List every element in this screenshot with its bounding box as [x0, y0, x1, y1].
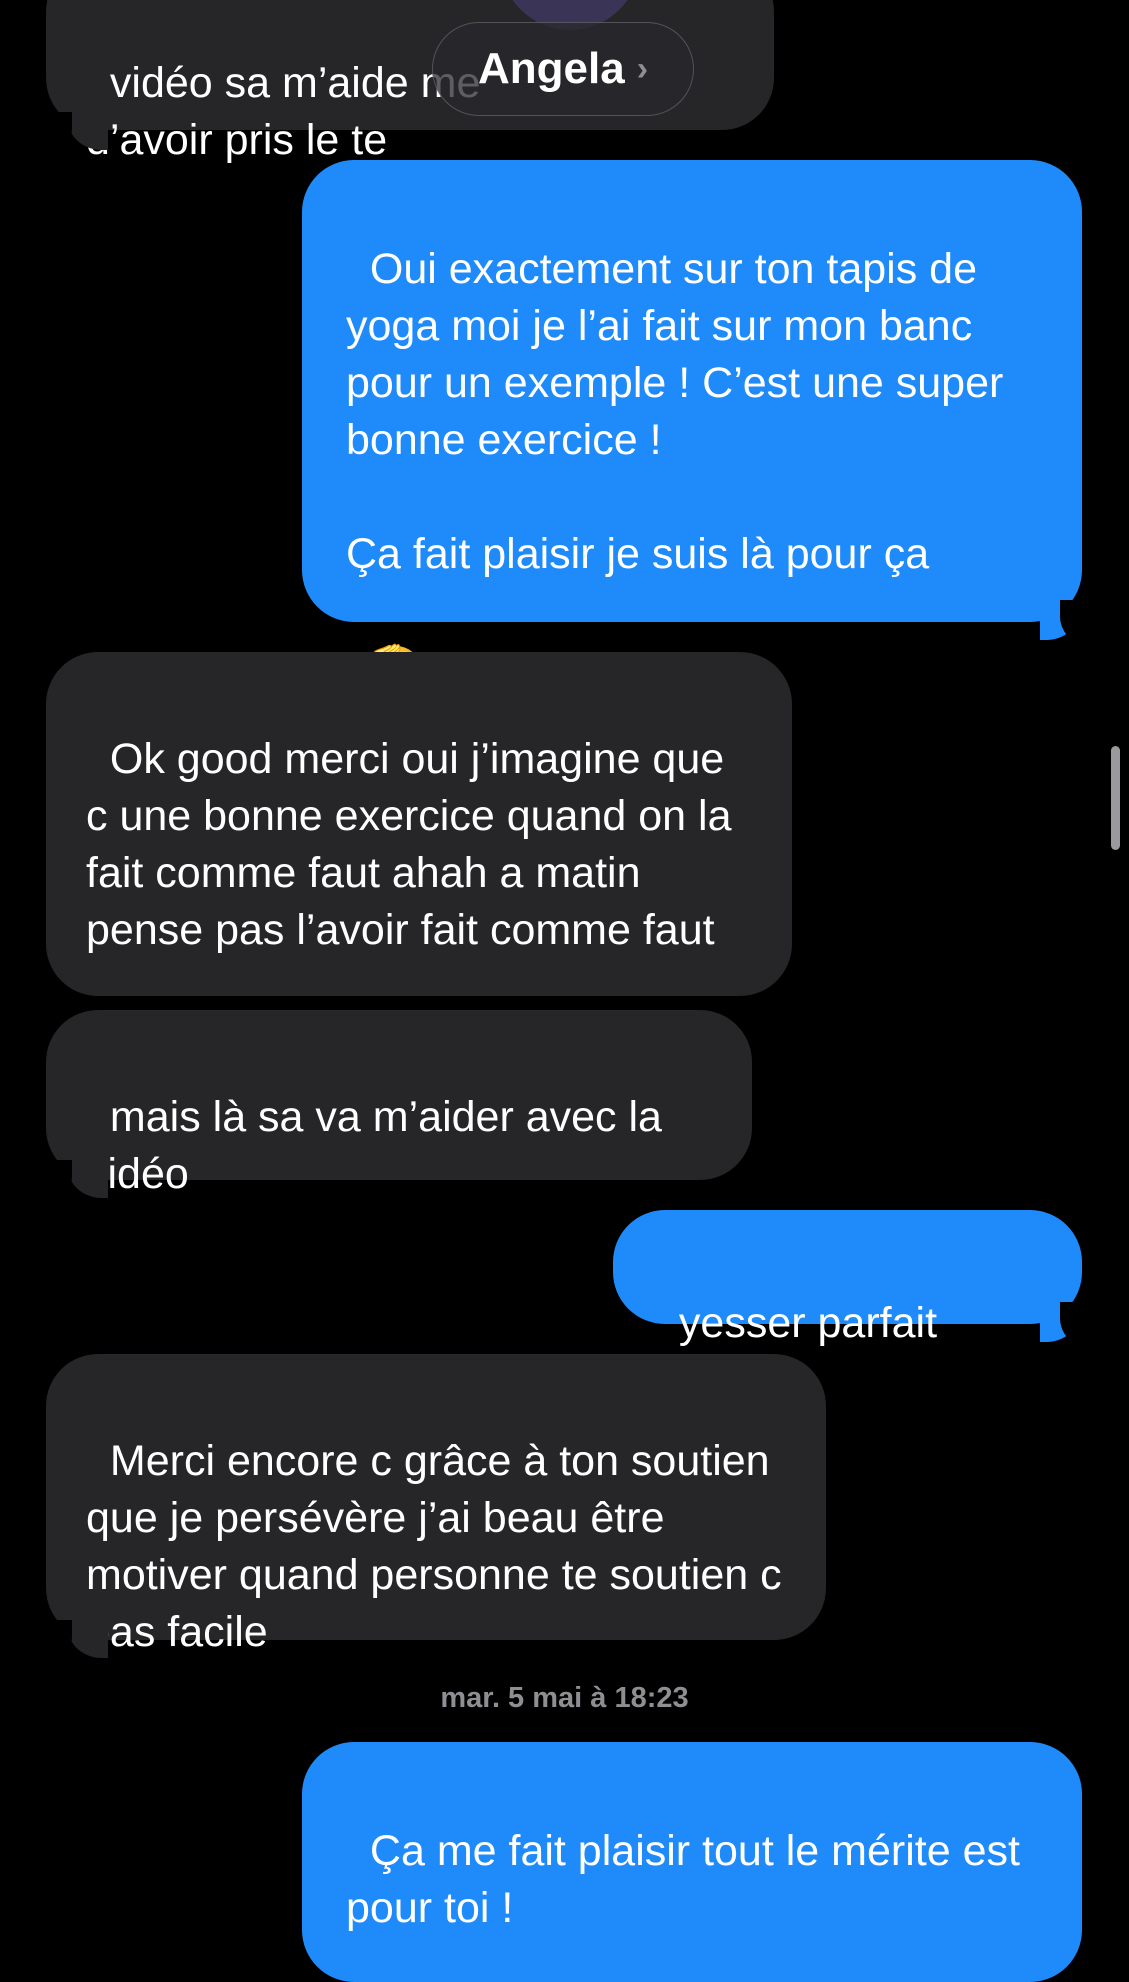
contact-header-button[interactable]: Angela › [432, 22, 694, 116]
bubble-tail-mask [1060, 600, 1086, 644]
bubble-tail-mask [46, 1160, 72, 1204]
bubble-tail-mask [46, 112, 72, 156]
message-sent[interactable]: Ça me fait plaisir tout le mérite est po… [302, 1742, 1082, 1982]
message-text: vidéo sa m’aide me d’avoir pris le te [86, 59, 480, 164]
scroll-indicator[interactable] [1111, 746, 1120, 850]
message-received[interactable]: Merci encore c grâce à ton soutien que j… [46, 1354, 826, 1656]
message-text: yesser parfait [678, 1299, 938, 1347]
contact-name: Angela [477, 44, 625, 93]
message-text: Ok good merci oui j’imagine que c une bo… [86, 735, 744, 954]
bubble-tail [68, 112, 108, 150]
message-text: Ça me fait plaisir tout le mérite est po… [346, 1827, 1032, 1932]
timestamp: mar. 5 mai à 18:23 [440, 1682, 689, 1714]
message-sent[interactable]: Oui exactement sur ton tapis de yoga moi… [302, 160, 1082, 693]
bubble-tail-mask [1060, 1302, 1086, 1346]
message-received[interactable]: mais là sa va m’aider avec la vidéo [46, 1010, 752, 1198]
message-text: Merci encore c grâce à ton soutien que j… [86, 1437, 794, 1656]
message-received[interactable]: Ok good merci oui j’imagine que c une bo… [46, 652, 792, 996]
bubble-tail [68, 1160, 108, 1198]
bubble-tail [68, 1620, 108, 1658]
message-text: mais là sa va m’aider avec la vidéo [86, 1093, 674, 1198]
bubble-tail-mask [46, 1620, 72, 1664]
message-text: Oui exactement sur ton tapis de yoga moi… [346, 245, 1004, 578]
chevron-right-icon: › [636, 49, 649, 88]
message-sent[interactable]: yesser parfait 👌 [613, 1210, 1082, 1405]
